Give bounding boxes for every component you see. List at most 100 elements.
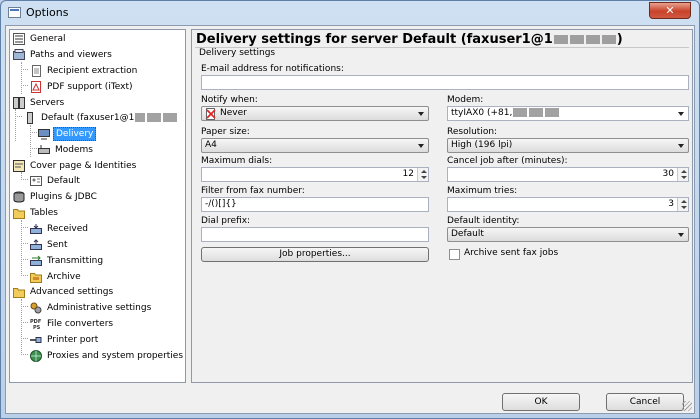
resolution-select[interactable]: High (196 lpi) [447, 138, 689, 153]
paper-value: A4 [205, 140, 217, 150]
tree-item-label: Advanced settings [30, 287, 114, 297]
cancel-job-value: 30 [662, 169, 674, 179]
tree-line [21, 62, 22, 94]
chevron-down-icon [678, 233, 684, 237]
tree-line [21, 259, 28, 260]
dial-prefix-label: Dial prefix: [201, 216, 251, 226]
archive-icon [30, 273, 42, 283]
tree-item-label: Administrative settings [47, 303, 152, 313]
ok-button[interactable]: OK [502, 393, 580, 411]
window-icon [8, 7, 21, 18]
tree-line [21, 275, 28, 276]
spinner-icon[interactable] [417, 168, 428, 181]
servers-icon [13, 97, 25, 109]
tree-item-label: Paths and viewers [30, 50, 112, 60]
dialog-client: General Paths and viewers Recipient extr… [5, 25, 695, 414]
filter-label: Filter from fax number: [201, 186, 305, 196]
tree-item-label: Plugins & JDBC [30, 192, 97, 202]
redacted-text [513, 108, 528, 117]
tree-item-label: Archive [47, 272, 81, 282]
tree-item-label: PDF support (iText) [47, 82, 133, 92]
max-dials-stepper[interactable]: 12 [201, 167, 429, 182]
monitor-icon [38, 129, 50, 140]
tree-item-label: Transmitting [47, 256, 104, 266]
paper-select[interactable]: A4 [201, 138, 429, 153]
title-bar[interactable]: Options ✕ [1, 1, 699, 25]
tree-line [21, 306, 28, 307]
tree-line [30, 125, 31, 157]
max-tries-label: Maximum tries: [447, 186, 518, 196]
resolution-value: High (196 lpi) [451, 140, 513, 150]
spinner-icon[interactable] [677, 198, 688, 211]
redacted-text [529, 108, 544, 117]
cancel-job-stepper[interactable]: 30 [447, 167, 689, 182]
dial-prefix-field[interactable] [201, 227, 429, 242]
document-icon [32, 65, 41, 77]
settings-panel: Delivery settings for server Default (fa… [191, 29, 693, 383]
tree-item-label: Servers [30, 98, 65, 108]
close-button[interactable]: ✕ [649, 2, 691, 19]
tree-line [21, 227, 28, 228]
notify-value: Never [220, 108, 247, 118]
folder-icon [13, 209, 25, 219]
spinner-icon[interactable] [677, 168, 688, 181]
modem-value: ttyIAX0 (+81, [451, 108, 560, 118]
job-properties-button[interactable]: Job properties... [201, 247, 429, 262]
identity-label: Default identity: [447, 216, 520, 226]
tree-item-label: General [30, 34, 66, 44]
window-title: Options [26, 6, 69, 19]
server-icon [27, 112, 33, 124]
redacted-text [163, 113, 178, 122]
max-tries-value: 3 [668, 199, 674, 209]
max-tries-stepper[interactable]: 3 [447, 197, 689, 212]
notify-label: Notify when: [201, 95, 258, 105]
redacted-text [545, 108, 560, 117]
tree-item-label: Cover page & Identities [30, 161, 137, 171]
chevron-down-icon [418, 112, 424, 116]
tree-item-label: Recipient extraction [47, 66, 138, 76]
redacted-text [569, 35, 584, 44]
tree-line [15, 109, 16, 141]
cancel-button[interactable]: Cancel [606, 393, 684, 411]
chevron-down-icon [678, 112, 684, 116]
never-icon [206, 108, 216, 120]
tree-item-label: Delivery [53, 127, 97, 141]
resize-grip[interactable] [682, 401, 692, 411]
tree-item-label: Printer port [47, 335, 99, 345]
max-dials-label: Maximum dials: [201, 156, 273, 166]
tree-line [30, 132, 37, 133]
resolution-label: Resolution: [447, 127, 498, 137]
identity-select[interactable]: Default [447, 227, 689, 242]
notify-select[interactable]: Never [201, 106, 429, 121]
converter-icon: PDFPS [30, 319, 41, 330]
identity-value: Default [451, 229, 484, 239]
options-window: Options ✕ General Paths and viewers Reci… [0, 0, 700, 419]
redacted-text [601, 35, 616, 44]
redacted-text [147, 113, 162, 122]
group-label: Delivery settings [199, 48, 276, 58]
archive-label: Archive sent fax jobs [464, 248, 559, 258]
redacted-text [135, 113, 146, 122]
printer-port-icon [30, 337, 42, 343]
tree-line [21, 85, 28, 86]
options-tree[interactable]: General Paths and viewers Recipient extr… [9, 29, 186, 383]
modem-select[interactable]: ttyIAX0 (+81, [447, 106, 689, 121]
modem-label: Modem: [447, 95, 484, 105]
tree-item-label: Default (faxuser1@1 [39, 111, 180, 125]
archive-checkbox[interactable] [449, 249, 460, 260]
redacted-text [585, 35, 600, 44]
email-field[interactable] [201, 75, 689, 90]
panel-title: Delivery settings for server Default (fa… [196, 32, 623, 47]
tree-line [21, 322, 28, 323]
tree-line [21, 179, 28, 180]
sent-icon [30, 239, 42, 250]
chevron-down-icon [678, 144, 684, 148]
tree-line [15, 116, 22, 117]
cancel-job-label: Cancel job after (minutes): [447, 156, 568, 166]
tree-item-label: File converters [47, 319, 114, 329]
tree-line [21, 220, 22, 276]
pdf-icon [31, 81, 41, 93]
filter-field[interactable]: -/()[]{} [201, 197, 429, 212]
transmitting-icon [30, 255, 42, 266]
tree-line [21, 354, 28, 355]
